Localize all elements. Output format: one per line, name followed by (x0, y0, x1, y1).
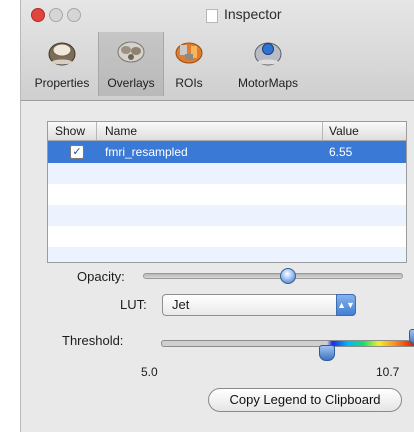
column-separator (322, 122, 323, 140)
toolbar-properties-label: Properties (34, 76, 90, 90)
rois-icon (171, 34, 207, 75)
threshold-min-value: 5.0 (141, 365, 158, 379)
close-window-button[interactable] (31, 8, 45, 22)
show-checkbox[interactable]: ✓ (70, 145, 84, 159)
overlays-icon (113, 34, 149, 75)
motormaps-icon (250, 34, 286, 75)
opacity-label: Opacity: (77, 269, 125, 284)
toolbar-motormaps-label: MotorMaps (237, 76, 299, 90)
threshold-max-value: 10.7 (376, 365, 400, 379)
toolbar-properties[interactable]: Properties (27, 32, 97, 96)
header-name[interactable]: Name (105, 124, 137, 138)
threshold-low-handle[interactable] (319, 345, 336, 361)
overlays-table[interactable]: Show Name Value ✓ fmri_resampled 6.55 (47, 121, 407, 263)
up-down-arrows-icon: ▲▼ (336, 294, 356, 316)
overlays-panel: Show Name Value ✓ fmri_resampled 6.55 Op… (21, 101, 414, 432)
zoom-window-button[interactable] (67, 8, 81, 22)
opacity-slider[interactable] (143, 273, 403, 279)
empty-row (48, 205, 406, 226)
toolbar-rois-label: ROIs (175, 76, 203, 90)
header-show[interactable]: Show (55, 124, 85, 138)
window-title: Inspector (224, 6, 282, 22)
title-bar: Inspector Properties Overlays ROIs Motor… (21, 0, 414, 101)
threshold-high-handle[interactable] (409, 329, 414, 345)
header-value[interactable]: Value (329, 124, 359, 138)
row-name: fmri_resampled (105, 145, 188, 159)
empty-row (48, 247, 406, 262)
toolbar-overlays[interactable]: Overlays (98, 32, 164, 96)
toolbar-motormaps[interactable]: MotorMaps (223, 32, 313, 96)
toolbar-overlays-label: Overlays (107, 76, 155, 90)
threshold-label: Threshold: (62, 333, 124, 348)
table-row[interactable]: ✓ fmri_resampled 6.55 (48, 141, 406, 163)
copy-legend-button[interactable]: Copy Legend to Clipboard (208, 388, 402, 412)
lut-select[interactable]: Jet ▲▼ (162, 294, 356, 316)
row-value: 6.55 (329, 145, 353, 159)
lut-selected-value: Jet (172, 297, 190, 312)
column-separator (96, 122, 97, 140)
table-header: Show Name Value (48, 122, 406, 141)
document-icon (206, 9, 218, 23)
properties-icon (44, 34, 80, 75)
toolbar-rois[interactable]: ROIs (165, 32, 213, 96)
threshold-colorbar[interactable] (161, 340, 414, 347)
empty-row (48, 163, 406, 184)
opacity-slider-knob[interactable] (280, 268, 297, 284)
inspector-window: Inspector Properties Overlays ROIs Motor… (20, 0, 414, 432)
lut-label: LUT: (120, 297, 147, 312)
minimize-window-button[interactable] (49, 8, 63, 22)
